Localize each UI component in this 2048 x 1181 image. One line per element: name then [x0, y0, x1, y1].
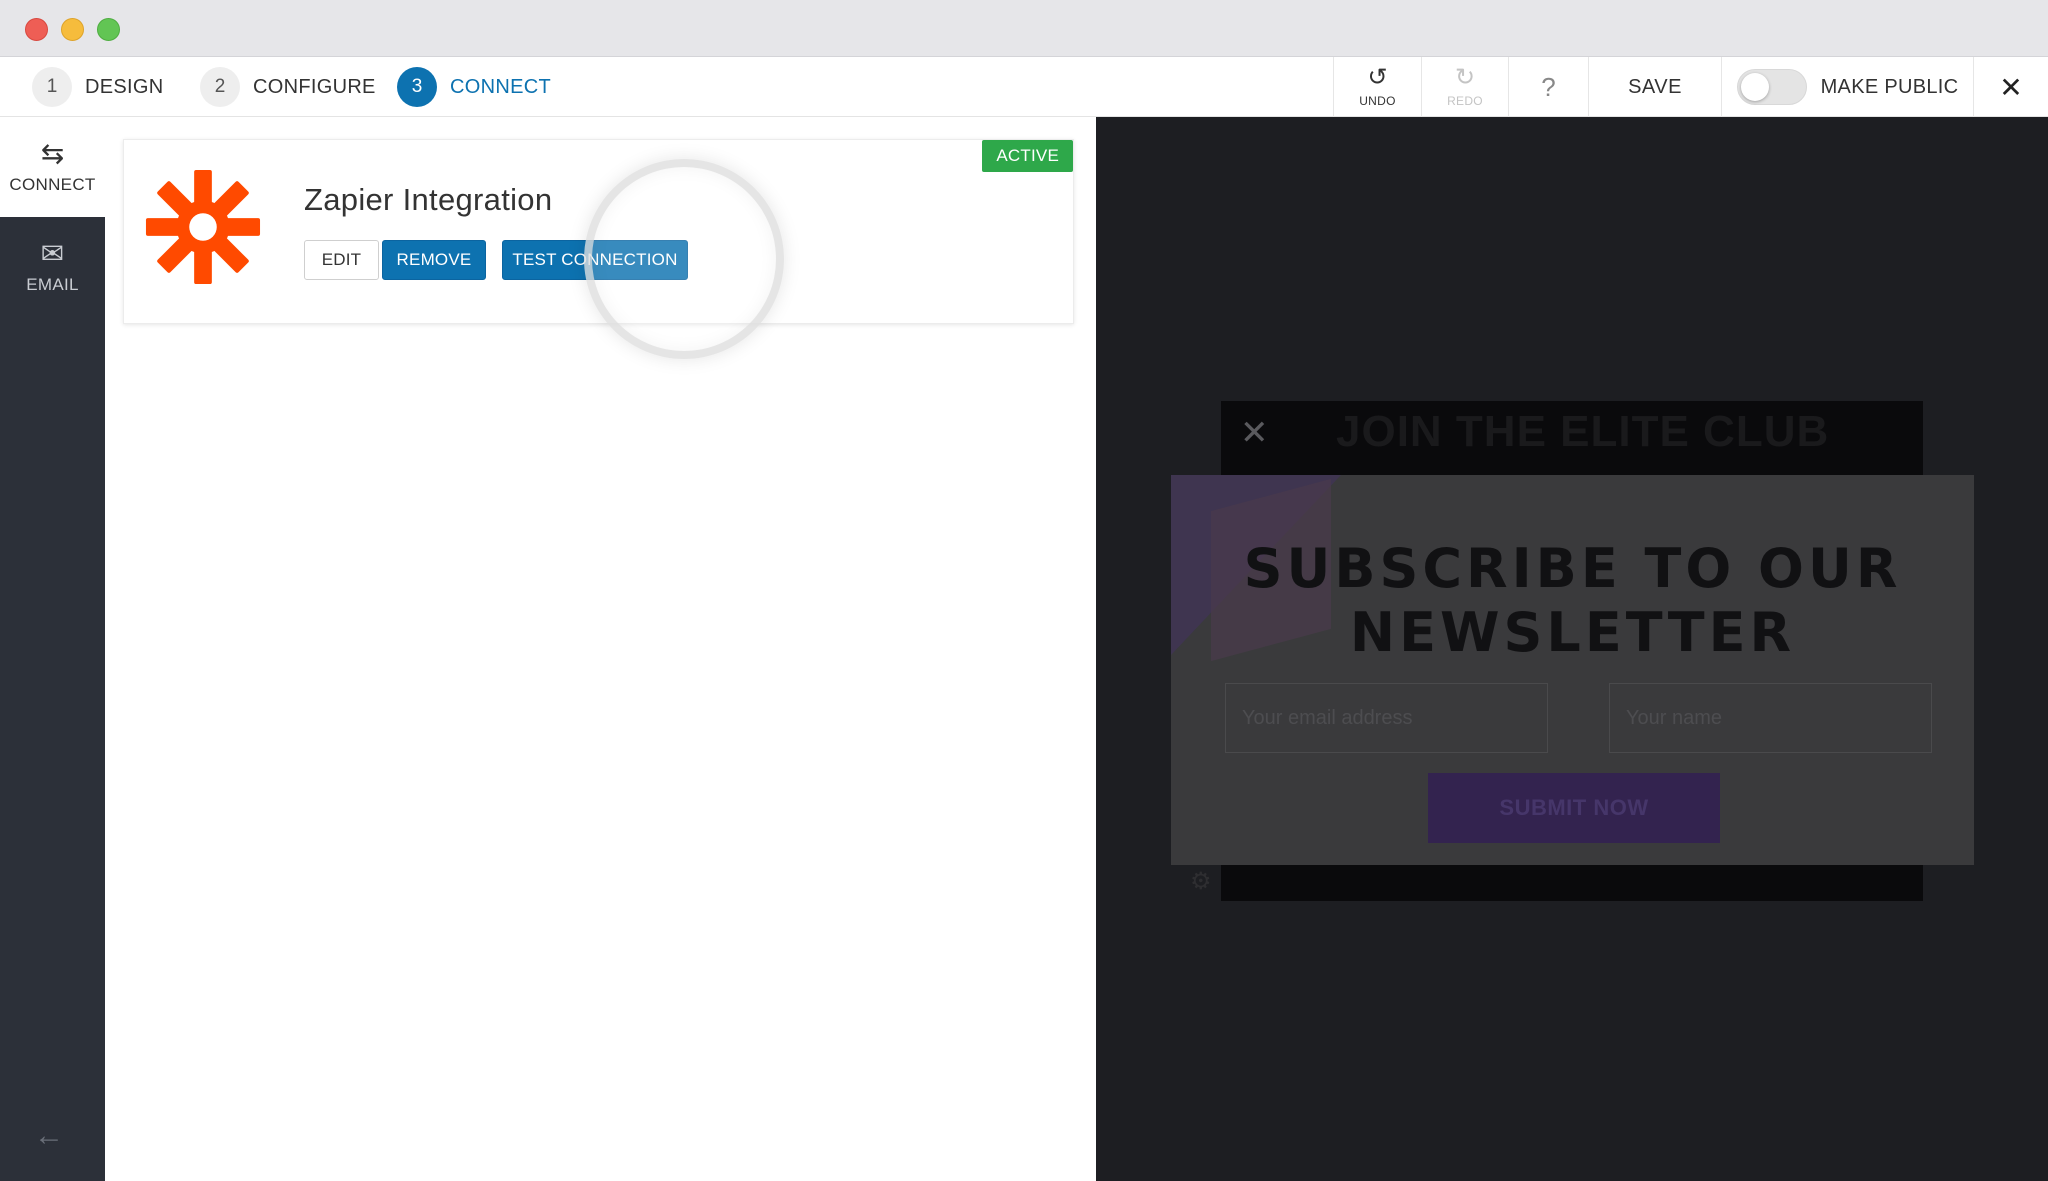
undo-label: UNDO	[1359, 94, 1396, 108]
step-number: 1	[32, 67, 72, 107]
zapier-logo-icon	[145, 169, 261, 285]
popup-preview-pane: ✕ JOIN THE ELITE CLUB SUBSCRIBE TO OUR N…	[1096, 117, 2048, 1181]
preview-title: SUBSCRIBE TO OUR NEWSLETTER	[1243, 537, 1902, 664]
edit-button[interactable]: EDIT	[304, 240, 379, 280]
window-close-icon[interactable]	[25, 18, 48, 41]
close-editor-button[interactable]: ✕	[1973, 57, 2048, 117]
step-configure[interactable]: 2 CONFIGURE	[200, 66, 376, 108]
integrations-panel: ACTIVE Zapier Integration EDIT REMOVE TE…	[105, 117, 1096, 1181]
step-label: DESIGN	[85, 75, 164, 98]
sidebar-item-connect[interactable]: ⇆ CONNECT	[0, 117, 105, 217]
preview-name-input: Your name	[1609, 683, 1932, 753]
status-badge: ACTIVE	[982, 140, 1073, 172]
top-toolbar: 1 DESIGN 2 CONFIGURE 3 CONNECT ↺ UNDO ↻ …	[0, 57, 2048, 117]
sidebar-item-email[interactable]: ✉ EMAIL	[0, 217, 105, 317]
close-icon: ✕	[1999, 71, 2023, 103]
step-number: 2	[200, 67, 240, 107]
step-number: 3	[397, 67, 437, 107]
sidebar-item-label: EMAIL	[26, 275, 79, 294]
swap-arrows-icon: ⇆	[40, 138, 65, 169]
undo-button[interactable]: ↺ UNDO	[1333, 57, 1421, 117]
remove-button[interactable]: REMOVE	[382, 240, 486, 280]
window-titlebar	[0, 0, 2048, 57]
save-button[interactable]: SAVE	[1588, 57, 1721, 117]
window-minimize-icon[interactable]	[61, 18, 84, 41]
save-label: SAVE	[1628, 75, 1682, 98]
undo-icon: ↺	[1367, 64, 1388, 91]
preview-email-input: Your email address	[1225, 683, 1548, 753]
window-maximize-icon[interactable]	[97, 18, 120, 41]
help-icon: ?	[1541, 72, 1556, 102]
preview-close-icon: ✕	[1240, 414, 1269, 452]
step-label: CONNECT	[450, 75, 551, 98]
gear-icon: ⚙	[1190, 868, 1212, 895]
make-public-control[interactable]: MAKE PUBLIC	[1721, 57, 1973, 117]
help-button[interactable]: ?	[1508, 57, 1588, 117]
redo-label: REDO	[1447, 94, 1483, 108]
make-public-label: MAKE PUBLIC	[1820, 75, 1959, 98]
redo-button[interactable]: ↻ REDO	[1421, 57, 1508, 117]
step-label: CONFIGURE	[253, 75, 376, 98]
left-sidebar: ⇆ CONNECT ✉ EMAIL ←	[0, 117, 105, 1181]
sidebar-item-label: CONNECT	[9, 175, 96, 194]
click-indicator	[584, 159, 784, 359]
step-connect[interactable]: 3 CONNECT	[397, 66, 551, 108]
preview-back-title: JOIN THE ELITE CLUB	[1336, 407, 1830, 456]
toggle-knob	[1740, 73, 1769, 101]
make-public-toggle[interactable]	[1736, 69, 1807, 105]
step-design[interactable]: 1 DESIGN	[32, 66, 163, 108]
integration-title: Zapier Integration	[304, 182, 553, 217]
redo-icon: ↻	[1454, 64, 1476, 91]
preview-submit-button: SUBMIT NOW	[1428, 773, 1720, 843]
preview-newsletter-popup: SUBSCRIBE TO OUR NEWSLETTER Your email a…	[1171, 475, 1974, 865]
back-arrow-icon[interactable]: ←	[34, 1119, 64, 1153]
envelope-icon: ✉	[40, 238, 65, 269]
